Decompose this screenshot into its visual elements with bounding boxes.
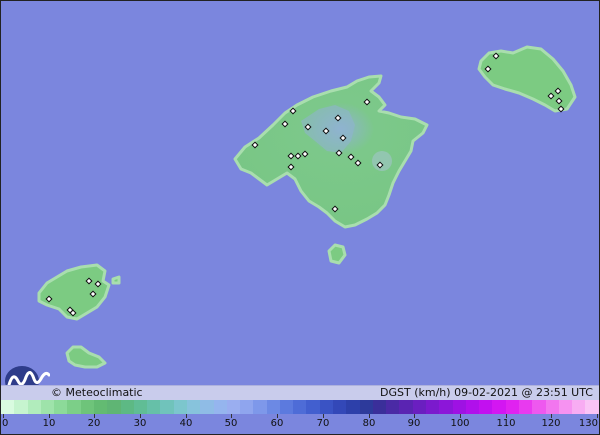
mallorca-highland-east: [372, 151, 392, 171]
ibiza-islet: [111, 275, 121, 285]
color-scale-cell: [386, 400, 400, 414]
color-scale-cell: [545, 400, 559, 414]
scale-tick-label: 130: [578, 418, 598, 429]
color-scale-cell: [333, 400, 347, 414]
color-scale-cell: [173, 400, 187, 414]
color-scale-cell: [240, 400, 254, 414]
scale-tick-label: 60: [270, 418, 284, 429]
map-frame: © Meteoclimatic DGST (km/h) 09-02-2021 @…: [0, 0, 600, 435]
scale-tick-label: 110: [496, 418, 516, 429]
color-scale-cell: [558, 400, 573, 414]
color-scale-cell: [279, 400, 294, 414]
color-scale-cell: [505, 400, 519, 414]
scale-tick-label: 30: [133, 418, 147, 429]
color-scale-cell: [399, 400, 413, 414]
color-scale-cell: [14, 400, 28, 414]
info-bar: © Meteoclimatic DGST (km/h) 09-02-2021 @…: [1, 385, 599, 400]
color-scale-cell: [518, 400, 533, 414]
color-scale-cell: [200, 400, 214, 414]
scale-tick-label: 0: [2, 418, 9, 429]
color-scale-cell: [359, 400, 373, 414]
color-scale-cell: [572, 400, 586, 414]
color-scale-cell: [585, 400, 599, 414]
color-scale-cell: [54, 400, 68, 414]
cabrera-island: [327, 243, 347, 265]
scale-tick-label: 20: [87, 418, 101, 429]
scale-tick-label: 120: [541, 418, 561, 429]
color-scale-cell: [465, 400, 480, 414]
color-scale-cell: [1, 400, 15, 414]
color-scale-cell: [40, 400, 55, 414]
color-scale-cell: [372, 400, 387, 414]
color-scale-cell: [80, 400, 94, 414]
color-scale-cell: [319, 400, 334, 414]
color-scale-cell: [133, 400, 148, 414]
scale-tick-label: 80: [362, 418, 376, 429]
scale-tick-label: 40: [179, 418, 193, 429]
color-scale-cell: [107, 400, 121, 414]
color-scale-cell: [452, 400, 466, 414]
color-scale-cell: [266, 400, 280, 414]
color-scale-cell: [160, 400, 174, 414]
color-scale-cell: [226, 400, 241, 414]
color-scale-cell: [412, 400, 426, 414]
color-scale-cell: [253, 400, 267, 414]
color-scale-cell: [186, 400, 201, 414]
color-scale-cell: [346, 400, 360, 414]
color-scale-cell: [93, 400, 108, 414]
color-scale-ticks: 0 10 20 30 40 50 60 70 80 90 100 110 120 130: [1, 414, 599, 434]
color-scale-cell: [479, 400, 493, 414]
color-scale-cell: [213, 400, 227, 414]
scale-tick-label: 10: [42, 418, 56, 429]
color-scale-cell: [27, 400, 41, 414]
color-scale-cell: [492, 400, 506, 414]
scale-tick-label: 100: [450, 418, 470, 429]
color-scale-cell: [532, 400, 546, 414]
scale-tick-label: 70: [316, 418, 330, 429]
wind-gust-map: [1, 1, 599, 385]
color-scale-cell: [120, 400, 134, 414]
color-scale-cell: [67, 400, 81, 414]
scale-tick-label: 90: [407, 418, 421, 429]
scale-tick-label: 50: [224, 418, 238, 429]
product-title: DGST (km/h) 09-02-2021 @ 23:51 UTC: [380, 386, 593, 399]
color-scale-cell: [306, 400, 320, 414]
color-scale: [1, 400, 599, 414]
color-scale-cell: [293, 400, 307, 414]
copyright-text: © Meteoclimatic: [51, 386, 143, 399]
color-scale-cell: [426, 400, 440, 414]
color-scale-cell: [439, 400, 453, 414]
color-scale-cell: [147, 400, 161, 414]
